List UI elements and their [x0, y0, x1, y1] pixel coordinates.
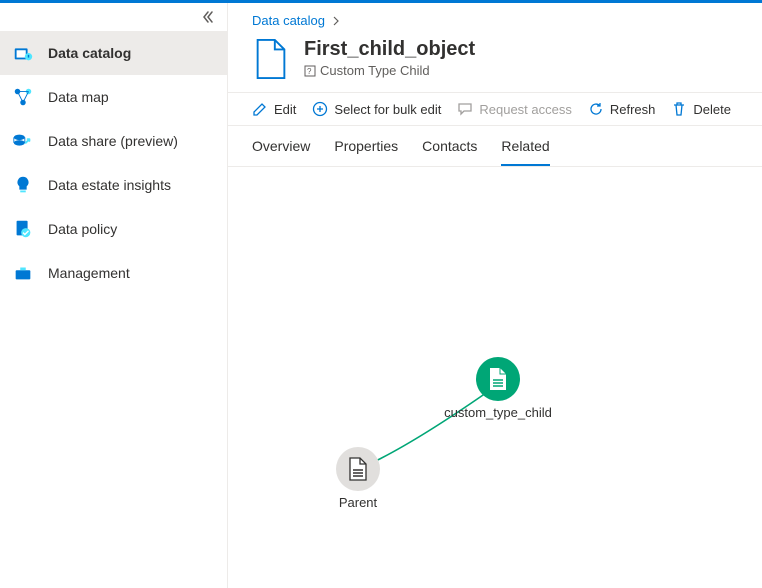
- sidebar-item-insights[interactable]: Data estate insights: [0, 163, 227, 207]
- node-circle: [476, 357, 520, 401]
- sidebar-item-data-share[interactable]: Data share (preview): [0, 119, 227, 163]
- request-access-button: Request access: [457, 101, 572, 117]
- chevron-double-left-icon: [201, 10, 215, 24]
- sidebar-collapse-toggle[interactable]: [0, 3, 227, 31]
- document-icon: [487, 366, 509, 392]
- data-share-icon: [12, 130, 34, 152]
- page-title: First_child_object: [304, 38, 475, 61]
- file-icon: [252, 38, 290, 80]
- node-label: custom_type_child: [444, 405, 552, 420]
- toolbar: Edit Select for bulk edit Request access…: [228, 92, 762, 126]
- sidebar-item-label: Management: [48, 265, 130, 281]
- breadcrumb-root[interactable]: Data catalog: [252, 13, 325, 28]
- data-catalog-icon: [12, 42, 34, 64]
- breadcrumb: Data catalog: [228, 3, 762, 34]
- document-icon: [347, 456, 369, 482]
- management-icon: [12, 262, 34, 284]
- sidebar-item-label: Data estate insights: [48, 177, 171, 193]
- tabs: Overview Properties Contacts Related: [228, 126, 762, 167]
- select-bulk-button[interactable]: Select for bulk edit: [312, 101, 441, 117]
- tab-contacts[interactable]: Contacts: [422, 138, 477, 166]
- delete-icon: [671, 101, 687, 117]
- type-icon: ?: [304, 65, 316, 77]
- page-header: First_child_object ? Custom Type Child: [228, 34, 762, 92]
- sidebar-item-management[interactable]: Management: [0, 251, 227, 295]
- sidebar-item-label: Data map: [48, 89, 109, 105]
- delete-button[interactable]: Delete: [671, 101, 731, 117]
- page-subtitle: ? Custom Type Child: [304, 63, 475, 78]
- sidebar-item-label: Data policy: [48, 221, 117, 237]
- refresh-icon: [588, 101, 604, 117]
- sidebar-item-data-catalog[interactable]: Data catalog: [0, 31, 227, 75]
- graph-node-parent[interactable]: Parent: [288, 447, 428, 510]
- tab-properties[interactable]: Properties: [334, 138, 398, 166]
- sidebar-item-data-map[interactable]: Data map: [0, 75, 227, 119]
- policy-icon: [12, 218, 34, 240]
- sidebar: Data catalog Data map Data share (previe…: [0, 3, 228, 588]
- sidebar-item-label: Data share (preview): [48, 133, 178, 149]
- edit-icon: [252, 101, 268, 117]
- edit-button[interactable]: Edit: [252, 101, 296, 117]
- comment-icon: [457, 101, 473, 117]
- sidebar-item-label: Data catalog: [48, 45, 131, 61]
- lightbulb-icon: [12, 174, 34, 196]
- node-label: Parent: [339, 495, 377, 510]
- sidebar-item-data-policy[interactable]: Data policy: [0, 207, 227, 251]
- main-content: Data catalog First_child_object ? Custom…: [228, 3, 762, 588]
- node-circle: [336, 447, 380, 491]
- tab-related[interactable]: Related: [501, 138, 549, 166]
- related-graph[interactable]: custom_type_child Parent: [228, 167, 762, 588]
- plus-circle-icon: [312, 101, 328, 117]
- graph-node-child[interactable]: custom_type_child: [428, 357, 568, 420]
- data-map-icon: [12, 86, 34, 108]
- svg-text:?: ?: [307, 67, 312, 76]
- chevron-right-icon: [331, 16, 341, 26]
- refresh-button[interactable]: Refresh: [588, 101, 656, 117]
- tab-overview[interactable]: Overview: [252, 138, 310, 166]
